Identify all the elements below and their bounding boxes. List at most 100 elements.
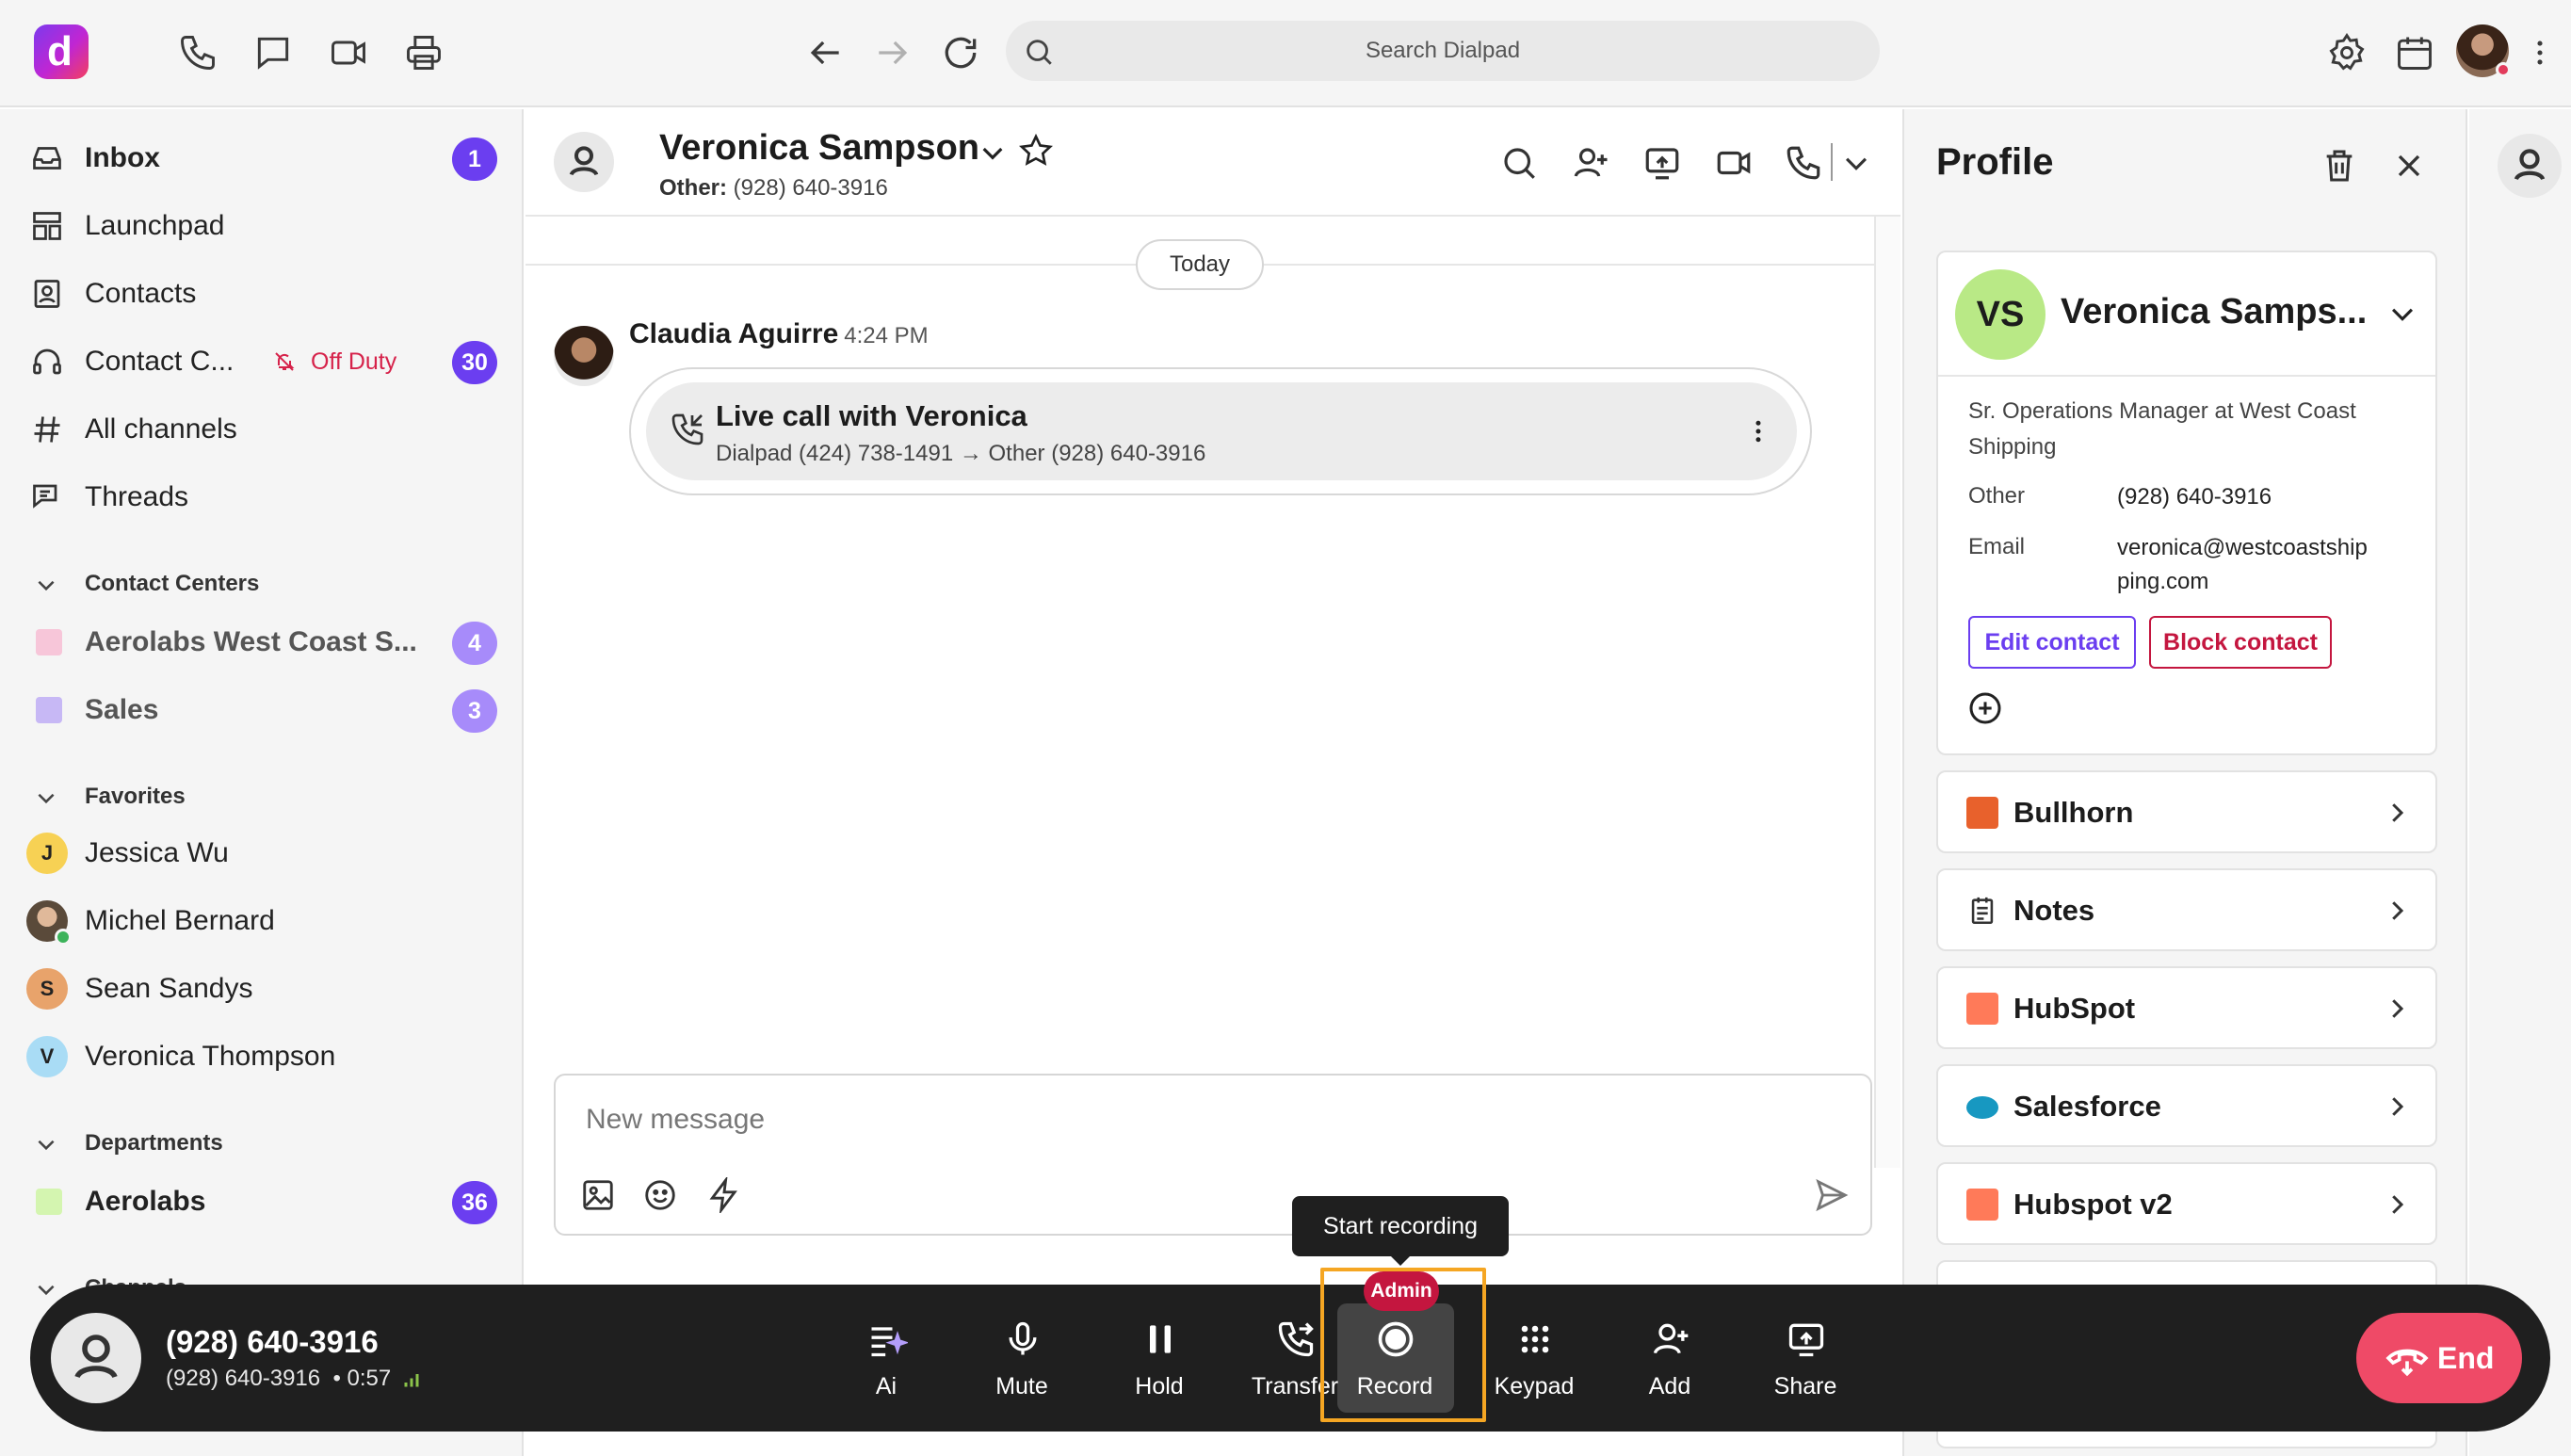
favorite-sean-sandys[interactable]: S Sean Sandys <box>26 961 497 1017</box>
end-call-button[interactable]: End <box>2356 1313 2522 1403</box>
message-input[interactable]: New message <box>586 1104 765 1136</box>
sidebar-item-all-channels[interactable]: All channels <box>26 401 497 458</box>
email-value-cont[interactable]: ping.com <box>2117 565 2208 599</box>
send-icon[interactable] <box>1814 1177 1850 1213</box>
ai-button[interactable]: Ai <box>825 1302 947 1422</box>
image-icon[interactable] <box>580 1177 616 1213</box>
hang-up-icon <box>2385 1339 2430 1377</box>
edit-contact-button[interactable]: Edit contact <box>1968 616 2136 669</box>
favorite-michel-bernard[interactable]: Michel Bernard <box>26 893 497 949</box>
message-time: 4:24 PM <box>844 323 929 348</box>
close-icon[interactable] <box>2390 147 2428 185</box>
user-avatar[interactable] <box>2456 24 2511 77</box>
chevron-down-icon <box>34 573 58 597</box>
star-icon[interactable] <box>1017 132 1055 170</box>
favorite-name: Jessica Wu <box>85 837 229 868</box>
video-icon[interactable] <box>1714 143 1754 183</box>
sidebar-item-label: Contacts <box>85 278 197 309</box>
email-value[interactable]: veronica@westcoastship <box>2117 531 2368 565</box>
integration-bullhorn[interactable]: Bullhorn <box>1936 770 2437 853</box>
mute-button[interactable]: Mute <box>961 1302 1083 1422</box>
keypad-button[interactable]: Keypad <box>1473 1302 1595 1422</box>
lightning-icon[interactable] <box>706 1177 742 1213</box>
forward-arrow-icon[interactable] <box>872 32 914 73</box>
video-icon[interactable] <box>328 32 369 73</box>
sidebar-item-label: Threads <box>85 481 189 512</box>
avatar[interactable] <box>554 326 614 386</box>
chat-icon[interactable] <box>252 32 294 73</box>
live-call-card[interactable]: Live call with Veronica Dialpad (424) 73… <box>646 382 1797 480</box>
block-contact-button[interactable]: Block contact <box>2149 616 2332 669</box>
sidebar-item-sales[interactable]: Sales 3 <box>26 682 497 738</box>
hubspot-icon <box>1966 1189 1998 1221</box>
call-info: (928) 640-3916 • 0:57 <box>166 1366 420 1392</box>
chevron-down-icon[interactable] <box>1840 143 1872 183</box>
back-arrow-icon[interactable] <box>804 32 846 73</box>
unread-badge: 4 <box>452 622 497 665</box>
dialpad-logo[interactable]: d <box>34 24 89 79</box>
sidebar-item-launchpad[interactable]: Launchpad <box>26 198 497 254</box>
integration-notes[interactable]: Notes <box>1936 868 2437 951</box>
refresh-icon[interactable] <box>940 32 981 73</box>
favorite-veronica-thompson[interactable]: V Veronica Thompson <box>26 1028 497 1085</box>
chevron-down-icon[interactable] <box>2386 298 2418 330</box>
call-detail: Dialpad (424) 738-1491 → Other (928) 640… <box>716 441 1206 466</box>
incoming-call-icon <box>669 411 706 448</box>
sidebar-item-inbox[interactable]: Inbox 1 <box>26 130 497 186</box>
launchpad-icon <box>30 209 64 243</box>
kebab-icon[interactable] <box>2524 32 2556 73</box>
unread-badge: 1 <box>452 138 497 181</box>
add-button[interactable]: Add <box>1609 1302 1731 1422</box>
message-composer[interactable]: New message <box>554 1074 1872 1236</box>
control-label: Keypad <box>1494 1373 1575 1399</box>
phone-value[interactable]: (928) 640-3916 <box>2117 480 2272 514</box>
emoji-icon[interactable] <box>642 1177 678 1213</box>
printer-icon[interactable] <box>403 32 445 73</box>
phone-icon[interactable] <box>1784 143 1823 183</box>
record-tooltip: Start recording <box>1292 1196 1509 1266</box>
phone-icon[interactable] <box>177 32 218 73</box>
chevron-right-icon <box>2383 1190 2411 1219</box>
search-bar[interactable]: Search Dialpad <box>1006 21 1880 81</box>
sidebar-item-label: Inbox <box>85 142 160 173</box>
gear-icon[interactable] <box>2326 32 2368 73</box>
contact-subtitle: Other: (928) 640-3916 <box>659 175 888 201</box>
calendar-icon[interactable] <box>2394 32 2435 73</box>
color-swatch <box>36 629 62 655</box>
chevron-down-icon[interactable] <box>978 138 1008 168</box>
call-message-card[interactable]: Live call with Veronica Dialpad (424) 73… <box>629 367 1812 495</box>
integration-salesforce[interactable]: Salesforce <box>1936 1064 2437 1147</box>
share-screen-icon[interactable] <box>1642 143 1682 183</box>
microphone-icon <box>1002 1318 1043 1360</box>
sidebar-item-aerolabs[interactable]: Aerolabs 36 <box>26 1173 497 1230</box>
integration-hubspot-v2[interactable]: Hubspot v2 <box>1936 1162 2437 1245</box>
sidebar-item-aerolabs-west-coast[interactable]: Aerolabs West Coast S... 4 <box>26 614 497 671</box>
sidebar-item-contacts[interactable]: Contacts <box>26 266 497 322</box>
contact-profile-toggle[interactable] <box>2498 134 2562 198</box>
unread-badge: 36 <box>452 1181 497 1224</box>
sidebar: Inbox 1 Launchpad Contacts Contact C... … <box>0 109 524 1456</box>
scrollbar[interactable] <box>1874 217 1900 1168</box>
search-icon[interactable] <box>1499 143 1539 183</box>
contact-card: VS Veronica Samps... Sr. Operations Mana… <box>1936 251 2437 755</box>
integration-hubspot[interactable]: HubSpot <box>1936 966 2437 1049</box>
sidebar-item-threads[interactable]: Threads <box>26 469 497 526</box>
section-title: Contact Centers <box>85 571 260 596</box>
contact-avatar[interactable] <box>554 132 614 192</box>
bell-off-icon <box>273 350 296 373</box>
ai-icon <box>866 1318 908 1360</box>
hubspot-icon <box>1966 993 1998 1025</box>
favorite-jessica-wu[interactable]: J Jessica Wu <box>26 825 497 882</box>
contact-name[interactable]: Veronica Sampson <box>659 128 979 169</box>
message-author: Claudia Aguirre 4:24 PM <box>629 318 929 349</box>
sidebar-item-contact-center[interactable]: Contact C... Off Duty 30 <box>26 333 497 390</box>
divider <box>1831 143 1833 181</box>
kebab-icon[interactable] <box>1744 414 1772 448</box>
add-person-icon[interactable] <box>1571 143 1610 183</box>
trash-icon[interactable] <box>2320 147 2358 185</box>
share-button[interactable]: Share <box>1744 1302 1867 1422</box>
pause-icon <box>1140 1318 1181 1360</box>
notes-icon <box>1966 895 1998 927</box>
hold-button[interactable]: Hold <box>1098 1302 1221 1422</box>
add-circle-icon[interactable] <box>1966 689 2004 727</box>
